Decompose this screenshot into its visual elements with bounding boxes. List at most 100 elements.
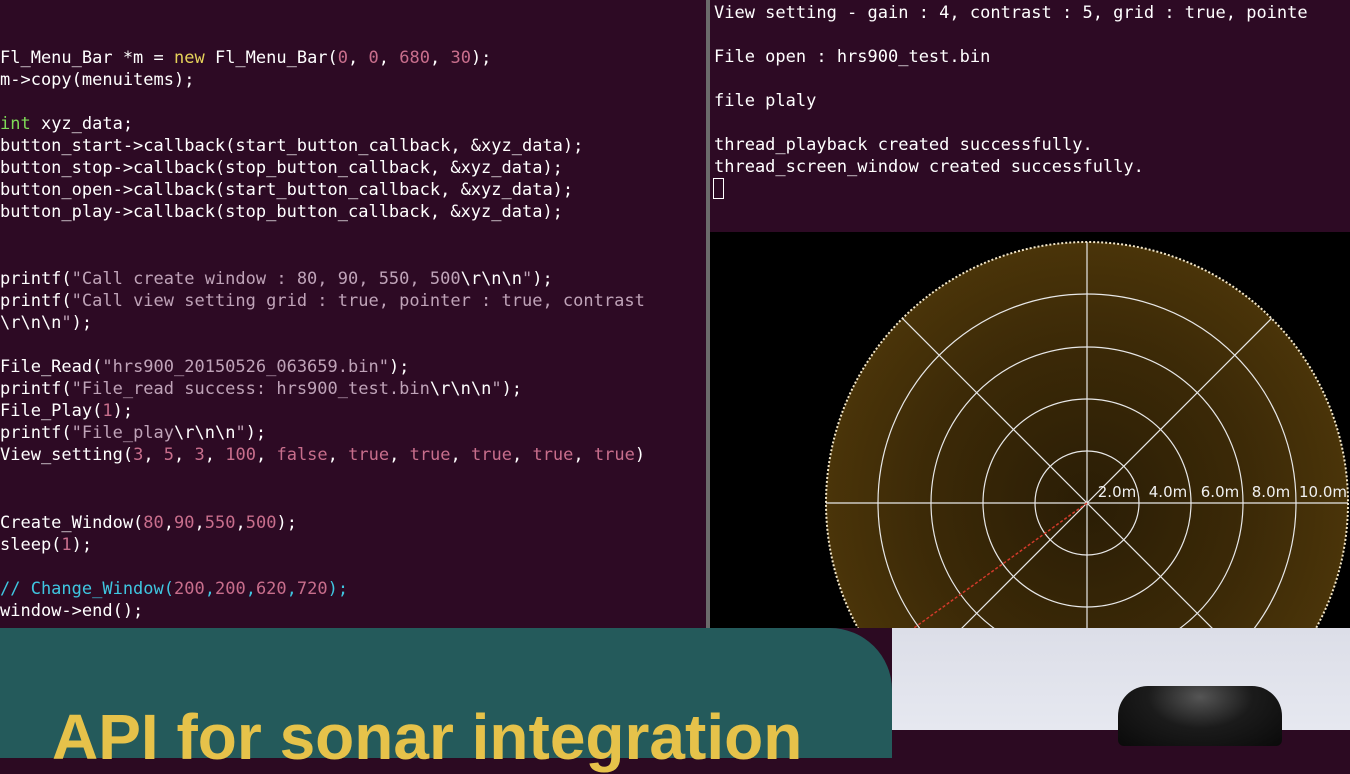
code-token: );: [71, 313, 93, 333]
code-token: ,: [286, 579, 297, 599]
terminal-line: File open : hrs900_test.bin: [714, 47, 991, 67]
code-token: printf(: [0, 379, 72, 399]
code-token: 80: [143, 513, 164, 533]
code-token: true: [348, 445, 390, 465]
terminal-cursor: [713, 178, 724, 199]
code-line: Create_Window(80,90,550,500);: [0, 512, 297, 534]
code-token: ": [522, 269, 533, 289]
code-token: 3: [133, 445, 144, 465]
banner-title: API for sonar integration: [52, 701, 803, 773]
terminal-line: View setting - gain : 4, contrast : 5, g…: [714, 3, 1308, 23]
code-token: // Change_Window(: [0, 579, 174, 599]
code-token: \r\n\n: [174, 423, 236, 443]
code-token: "hrs900_20150526_063659.bin": [102, 357, 389, 377]
code-token: 620: [255, 579, 287, 599]
code-line: window->end();: [0, 600, 143, 622]
code-token: File_Play(: [0, 401, 103, 421]
code-line: Fl_Menu_Bar *m = new Fl_Menu_Bar(0, 0, 6…: [0, 47, 491, 69]
code-token: false: [276, 445, 328, 465]
code-token: ,: [429, 48, 451, 68]
code-token: 100: [225, 445, 256, 465]
code-token: 5: [163, 445, 175, 465]
code-token: ,: [348, 48, 369, 68]
sonar-plot: 2.0m 4.0m 6.0m 8.0m 10.0m: [825, 241, 1349, 628]
code-token: xyz_data;: [30, 114, 134, 134]
code-token: Fl_Menu_Bar *m =: [0, 48, 174, 68]
code-token: ,: [327, 445, 349, 465]
code-token: ,: [511, 445, 533, 465]
terminal-line: thread_playback created successfully.: [714, 135, 1093, 155]
code-token: View_setting(: [0, 445, 134, 465]
code-token: "Call create window : 80, 90, 550, 500: [71, 269, 461, 289]
code-line: // Change_Window(200,200,620,720);: [0, 578, 348, 600]
code-token: "File_read success: hrs900_test.bin: [71, 379, 430, 399]
code-token: ,: [174, 445, 195, 465]
code-token: ,: [194, 513, 205, 533]
code-token: \r\n\n: [460, 269, 523, 289]
code-token: Create_Window(: [0, 513, 144, 533]
code-token: Fl_Menu_Bar(: [204, 48, 338, 68]
sonar-display-window[interactable]: 2.0m 4.0m 6.0m 8.0m 10.0m: [710, 232, 1350, 628]
code-token: button_start->callback(start_button_call…: [0, 136, 584, 156]
code-line: printf("File_read success: hrs900_test.b…: [0, 378, 522, 400]
code-token: true: [471, 445, 512, 465]
code-line: View_setting(3, 5, 3, 100, false, true, …: [0, 444, 645, 466]
code-line: printf("Call create window : 80, 90, 550…: [0, 268, 553, 290]
code-token: sleep(: [0, 535, 62, 555]
range-label: 8.0m: [1252, 483, 1290, 501]
code-token: 3: [194, 445, 205, 465]
code-token: true: [593, 445, 635, 465]
code-token: ,: [235, 513, 246, 533]
range-label: 6.0m: [1201, 483, 1239, 501]
code-token: );: [71, 535, 93, 555]
code-line: button_start->callback(start_button_call…: [0, 135, 583, 157]
code-token: 0: [337, 48, 349, 68]
range-label: 2.0m: [1098, 483, 1136, 501]
code-line: printf("Call view setting grid : true, p…: [0, 290, 645, 312]
code-line: File_Play(1);: [0, 400, 133, 422]
sonar-device-icon: [1118, 686, 1282, 746]
code-token: true: [409, 445, 451, 465]
code-token: true: [532, 445, 574, 465]
code-token: 500: [245, 513, 277, 533]
code-token: window->end();: [0, 601, 144, 621]
code-token: button_open->callback(start_button_callb…: [0, 180, 574, 200]
code-line: button_open->callback(start_button_callb…: [0, 179, 573, 201]
code-token: );: [327, 579, 349, 599]
code-token: ,: [378, 48, 400, 68]
code-token: 200: [214, 579, 246, 599]
code-token: ,: [255, 445, 277, 465]
code-token: ,: [450, 445, 472, 465]
code-token: 550: [204, 513, 236, 533]
code-token: "File_play: [71, 423, 175, 443]
code-token: );: [532, 269, 553, 289]
code-token: 720: [296, 579, 328, 599]
code-token: ,: [163, 513, 175, 533]
code-token: button_stop->callback(stop_button_callba…: [0, 158, 563, 178]
code-token: );: [276, 513, 297, 533]
code-line: sleep(1);: [0, 534, 92, 556]
code-line: \r\n\n");: [0, 312, 92, 334]
code-token: ,: [204, 445, 226, 465]
code-line: button_play->callback(stop_button_callba…: [0, 201, 563, 223]
code-token: );: [388, 357, 410, 377]
code-token: "Call view setting grid : true, pointer …: [71, 291, 645, 311]
code-token: 680: [399, 48, 430, 68]
code-token: \r\n\n: [0, 313, 62, 333]
code-token: ,: [389, 445, 410, 465]
code-token: m->copy(menuitems);: [0, 70, 195, 90]
code-line: button_stop->callback(stop_button_callba…: [0, 157, 563, 179]
code-token: );: [470, 48, 492, 68]
code-line: printf("File_play\r\n\n");: [0, 422, 266, 444]
code-line: m->copy(menuitems);: [0, 69, 194, 91]
terminal-pane[interactable]: View setting - gain : 4, contrast : 5, g…: [710, 0, 1350, 232]
code-token: printf(: [0, 423, 72, 443]
code-editor-pane[interactable]: Fl_Menu_Bar *m = new Fl_Menu_Bar(0, 0, 6…: [0, 0, 706, 628]
range-label: 10.0m: [1299, 483, 1347, 501]
code-token: 200: [174, 579, 205, 599]
code-token: printf(: [0, 291, 72, 311]
code-token: );: [245, 423, 267, 443]
code-token: ,: [204, 579, 215, 599]
code-token: ,: [573, 445, 594, 465]
code-token: ,: [143, 445, 164, 465]
